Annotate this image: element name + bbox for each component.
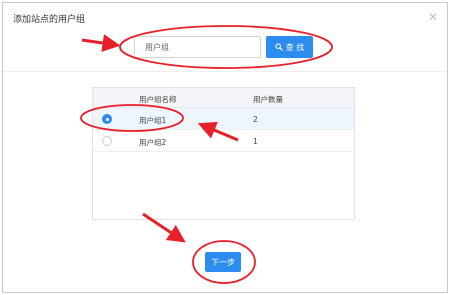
column-header-name: 用户组名称 — [139, 95, 177, 104]
row-radio[interactable] — [102, 136, 112, 146]
search-input[interactable] — [134, 36, 261, 58]
group-name-cell: 用户组1 — [139, 116, 167, 125]
dialog-title: 添加站点的用户组 — [13, 15, 86, 25]
column-header-count: 用户数量 — [253, 95, 283, 104]
user-count-cell: 2 — [253, 115, 258, 124]
header-divider — [3, 71, 447, 72]
search-button-label: 查 找 — [285, 42, 305, 52]
search-icon — [275, 43, 283, 51]
user-group-table: 用户组名称 用户数量 用户组1 2 用户组2 1 — [92, 87, 355, 220]
table-row[interactable]: 用户组1 2 — [93, 108, 354, 130]
group-name-cell: 用户组2 — [139, 138, 167, 147]
search-button[interactable]: 查 找 — [266, 36, 313, 58]
table-row[interactable]: 用户组2 1 — [93, 130, 354, 152]
close-icon[interactable]: ✕ — [428, 11, 438, 23]
next-step-button[interactable]: 下一步 — [205, 252, 241, 272]
row-radio[interactable] — [102, 114, 112, 124]
user-count-cell: 1 — [253, 137, 258, 146]
table-header: 用户组名称 用户数量 — [93, 88, 354, 108]
